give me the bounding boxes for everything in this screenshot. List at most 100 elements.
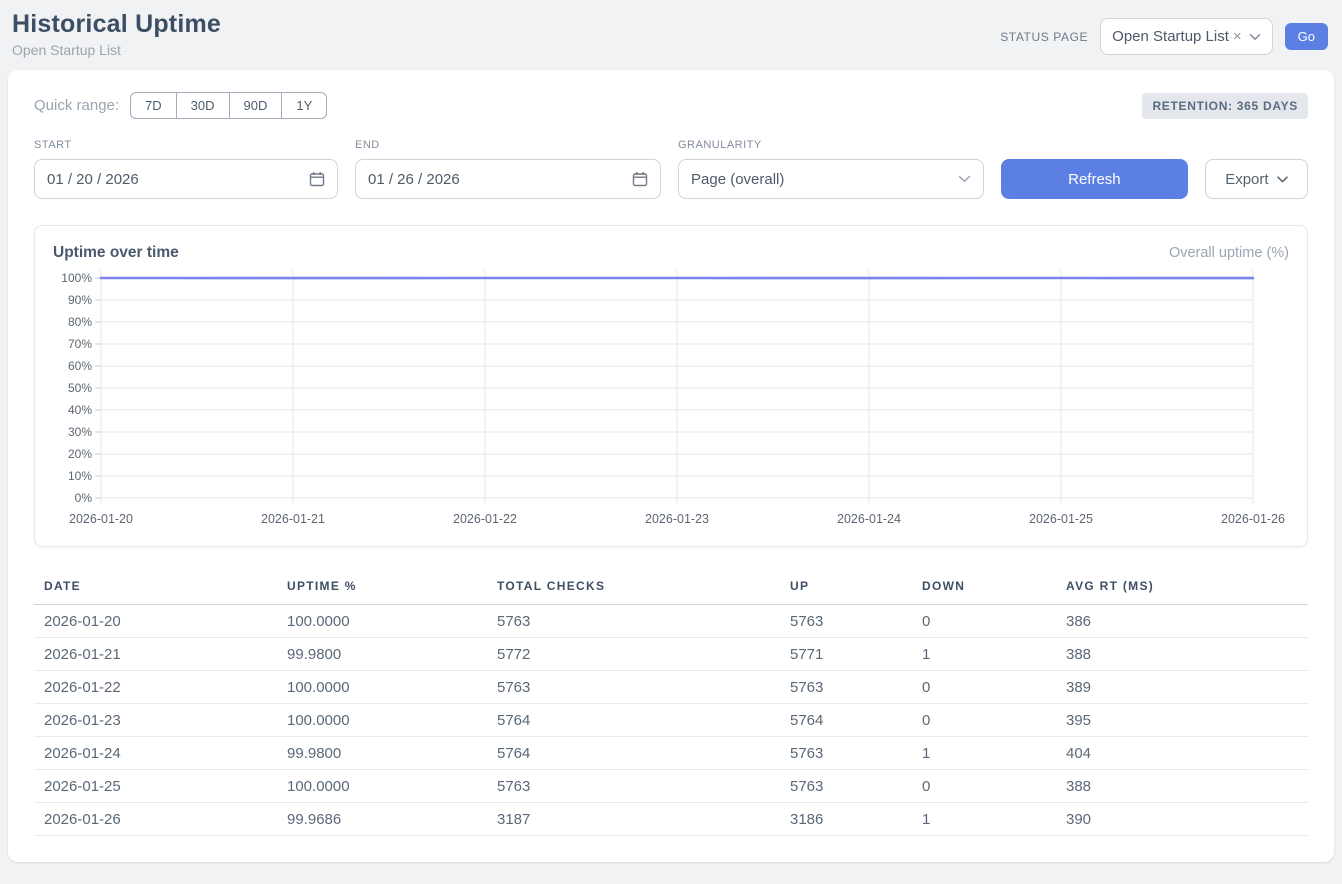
table-body: 2026-01-20100.00005763576303862026-01-21… [34, 605, 1308, 836]
status-page-select[interactable]: Open Startup List × [1100, 18, 1273, 55]
x-axis-label: 2026-01-22 [453, 512, 517, 526]
table-cell: 5763 [487, 605, 780, 638]
table-cell: 99.9686 [277, 803, 487, 836]
y-axis-label: 50% [68, 381, 92, 395]
table-cell: 100.0000 [277, 605, 487, 638]
end-date-value: 01 / 26 / 2026 [368, 171, 460, 188]
main-panel: Quick range: 7D30D90D1Y RETENTION: 365 D… [8, 70, 1334, 862]
export-button[interactable]: Export [1205, 159, 1308, 199]
table-cell: 5771 [780, 638, 912, 671]
chevron-down-icon [958, 175, 971, 183]
table-row: 2026-01-2699.9686318731861390 [34, 803, 1308, 836]
quick-range: Quick range: 7D30D90D1Y [34, 92, 327, 119]
x-axis-label: 2026-01-21 [261, 512, 325, 526]
clear-selection-icon[interactable]: × [1233, 28, 1242, 45]
column-header: UPTIME % [277, 573, 487, 605]
table-cell: 0 [912, 704, 1056, 737]
table-cell: 2026-01-23 [34, 704, 277, 737]
column-header: AVG RT (MS) [1056, 573, 1308, 605]
calendar-icon[interactable] [309, 171, 325, 187]
quick-range-button-7d[interactable]: 7D [130, 92, 177, 119]
start-date-value: 01 / 20 / 2026 [47, 171, 139, 188]
granularity-label: GRANULARITY [678, 139, 984, 151]
refresh-button[interactable]: Refresh [1001, 159, 1188, 199]
go-button[interactable]: Go [1285, 23, 1328, 50]
table-cell: 100.0000 [277, 704, 487, 737]
status-page-selected-value: Open Startup List [1112, 28, 1229, 45]
table-cell: 5764 [780, 704, 912, 737]
table-cell: 388 [1056, 770, 1308, 803]
end-date-input[interactable]: 01 / 26 / 2026 [355, 159, 661, 199]
column-header: DOWN [912, 573, 1056, 605]
table-cell: 395 [1056, 704, 1308, 737]
calendar-icon[interactable] [632, 171, 648, 187]
table-cell: 5763 [487, 671, 780, 704]
table-cell: 390 [1056, 803, 1308, 836]
table-cell: 1 [912, 737, 1056, 770]
uptime-line-chart[interactable]: 0%10%20%30%40%50%60%70%80%90%100%2026-01… [51, 268, 1291, 536]
table-cell: 5763 [780, 605, 912, 638]
table-cell: 3187 [487, 803, 780, 836]
uptime-chart-card: Uptime over time Overall uptime (%) 0%10… [34, 225, 1308, 547]
header-titles: Historical Uptime Open Startup List [12, 10, 221, 58]
table-cell: 0 [912, 605, 1056, 638]
end-date-label: END [355, 139, 661, 151]
start-date-label: START [34, 139, 338, 151]
chart-header: Uptime over time Overall uptime (%) [51, 244, 1291, 262]
table-cell: 389 [1056, 671, 1308, 704]
chevron-down-icon [1249, 33, 1261, 41]
quick-range-button-1y[interactable]: 1Y [281, 92, 327, 119]
uptime-table: DATEUPTIME %TOTAL CHECKSUPDOWNAVG RT (MS… [34, 573, 1308, 836]
table-cell: 5772 [487, 638, 780, 671]
table-cell: 2026-01-25 [34, 770, 277, 803]
table-cell: 5763 [780, 737, 912, 770]
table-cell: 2026-01-20 [34, 605, 277, 638]
table-cell: 404 [1056, 737, 1308, 770]
table-cell: 2026-01-21 [34, 638, 277, 671]
y-axis-label: 30% [68, 425, 92, 439]
quick-range-button-90d[interactable]: 90D [229, 92, 283, 119]
table-cell: 386 [1056, 605, 1308, 638]
column-header: DATE [34, 573, 277, 605]
start-date-input[interactable]: 01 / 20 / 2026 [34, 159, 338, 199]
column-header: TOTAL CHECKS [487, 573, 780, 605]
table-row: 2026-01-25100.0000576357630388 [34, 770, 1308, 803]
granularity-select[interactable]: Page (overall) [678, 159, 984, 199]
granularity-field: GRANULARITY Page (overall) [678, 139, 984, 199]
y-axis-label: 80% [68, 315, 92, 329]
table-cell: 5763 [487, 770, 780, 803]
table-cell: 100.0000 [277, 770, 487, 803]
quick-range-row: Quick range: 7D30D90D1Y RETENTION: 365 D… [34, 92, 1308, 119]
table-header-row: DATEUPTIME %TOTAL CHECKSUPDOWNAVG RT (MS… [34, 573, 1308, 605]
quick-range-button-30d[interactable]: 30D [176, 92, 230, 119]
y-axis-label: 10% [68, 469, 92, 483]
table-cell: 2026-01-24 [34, 737, 277, 770]
page-subtitle: Open Startup List [12, 42, 221, 58]
table-row: 2026-01-2499.9800576457631404 [34, 737, 1308, 770]
table-cell: 5763 [780, 770, 912, 803]
table-cell: 99.9800 [277, 638, 487, 671]
retention-badge: RETENTION: 365 DAYS [1142, 93, 1308, 119]
status-page-label: STATUS PAGE [1000, 30, 1088, 44]
table-row: 2026-01-20100.0000576357630386 [34, 605, 1308, 638]
column-header: UP [780, 573, 912, 605]
table-row: 2026-01-2199.9800577257711388 [34, 638, 1308, 671]
quick-range-button-group: 7D30D90D1Y [130, 92, 327, 119]
export-button-label: Export [1225, 171, 1268, 188]
table-cell: 388 [1056, 638, 1308, 671]
table-cell: 2026-01-26 [34, 803, 277, 836]
table-cell: 2026-01-22 [34, 671, 277, 704]
x-axis-label: 2026-01-26 [1221, 512, 1285, 526]
y-axis-label: 20% [68, 447, 92, 461]
y-axis-label: 40% [68, 403, 92, 417]
table-cell: 1 [912, 803, 1056, 836]
x-axis-label: 2026-01-25 [1029, 512, 1093, 526]
chart-title: Uptime over time [53, 244, 179, 262]
chevron-down-icon [1277, 176, 1288, 183]
table-cell: 1 [912, 638, 1056, 671]
page-title: Historical Uptime [12, 10, 221, 39]
table-cell: 99.9800 [277, 737, 487, 770]
y-axis-label: 70% [68, 337, 92, 351]
table-row: 2026-01-22100.0000576357630389 [34, 671, 1308, 704]
quick-range-label: Quick range: [34, 97, 119, 114]
